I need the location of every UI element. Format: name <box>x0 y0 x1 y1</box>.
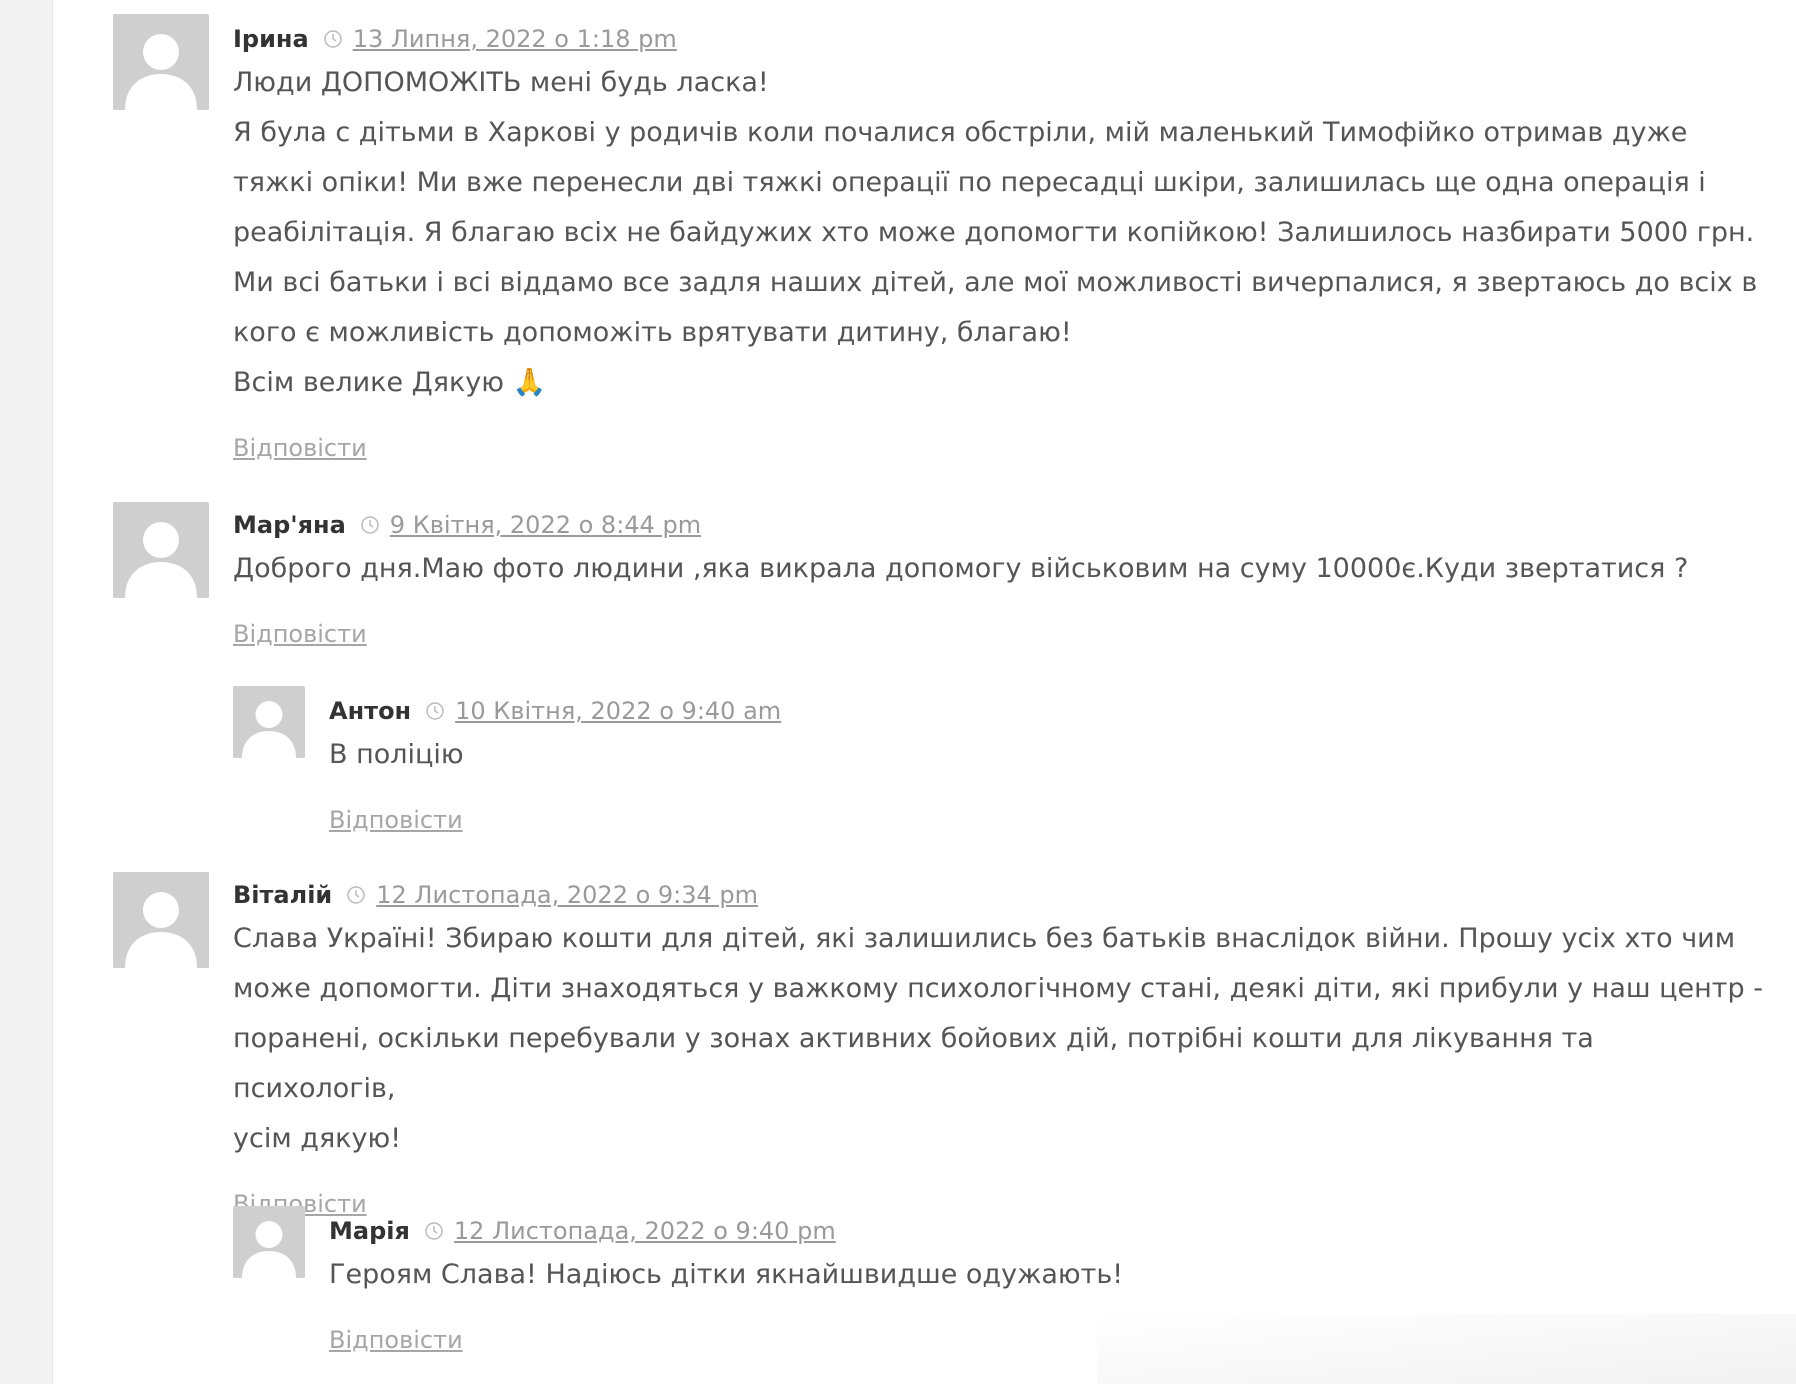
comment-date-link[interactable]: 9 Квітня, 2022 о 8:44 pm <box>390 511 701 539</box>
comment-line: Слава Україні! Збираю кошти для дітей, я… <box>233 923 1736 954</box>
comment-date-link[interactable]: 13 Липня, 2022 о 1:18 pm <box>353 25 677 53</box>
comment-line: Героям Слава! Надіюсь дітки якнайшвидше … <box>329 1259 1124 1290</box>
comment-author: Мар'яна <box>233 511 346 539</box>
comment-line: поранені, оскільки перебували у зонах ак… <box>233 1023 1594 1104</box>
comment-author: Віталій <box>233 881 333 909</box>
clock-icon <box>323 29 343 49</box>
avatar <box>113 502 209 598</box>
comment-date-link[interactable]: 10 Квітня, 2022 о 9:40 am <box>455 697 781 725</box>
comment-line: Люди ДОПОМОЖІТЬ мені будь ласка! <box>233 67 769 98</box>
reply-link[interactable]: Відповісти <box>329 806 463 834</box>
comment-line: Всім велике Дякую 🙏 <box>233 367 547 398</box>
clock-icon <box>424 1221 444 1241</box>
comment-line: усім дякую! <box>233 1123 402 1154</box>
comment-line: кого є можливість допоможіть врятувати д… <box>233 317 1072 348</box>
comment-line: Ми всі батьки і всі віддамо все задля на… <box>233 267 1758 298</box>
comment-line: Я була с дітьми в Харкові у родичів коли… <box>233 117 1688 148</box>
comment-text: Доброго дня.Маю фото людини ,яка викрала… <box>233 544 1763 594</box>
clock-icon <box>360 515 380 535</box>
comment-line: Доброго дня.Маю фото людини ,яка викрала… <box>233 553 1689 584</box>
comment-date-link[interactable]: 12 Листопада, 2022 о 9:40 pm <box>454 1217 836 1245</box>
reply-link[interactable]: Відповісти <box>329 1326 463 1354</box>
reply-link[interactable]: Відповісти <box>233 620 367 648</box>
comment-text: Люди ДОПОМОЖІТЬ мені будь ласка! Я була … <box>233 58 1763 408</box>
comments-section: Ірина 13 Липня, 2022 о 1:18 pm Люди ДОПО… <box>52 0 1796 1384</box>
comment-date-link[interactable]: 12 Листопада, 2022 о 9:34 pm <box>376 881 758 909</box>
comment-author: Ірина <box>233 25 309 53</box>
comment-author: Антон <box>329 697 412 725</box>
comment-line: В поліцію <box>329 739 464 770</box>
avatar <box>233 1206 305 1278</box>
comment-text: В поліцію <box>329 730 1729 780</box>
avatar <box>113 14 209 110</box>
clock-icon <box>346 885 366 905</box>
avatar <box>113 872 209 968</box>
comment-line: може допомогти. Діти знаходяться у важко… <box>233 973 1763 1004</box>
comment-text: Слава Україні! Збираю кошти для дітей, я… <box>233 914 1763 1164</box>
comment-text: Героям Слава! Надіюсь дітки якнайшвидше … <box>329 1250 1729 1300</box>
avatar <box>233 686 305 758</box>
comment-author: Марія <box>329 1217 410 1245</box>
clock-icon <box>425 701 445 721</box>
comment-line: тяжкі опіки! Ми вже перенесли дві тяжкі … <box>233 167 1706 198</box>
comment-line: реабілітація. Я благаю всіх не байдужих … <box>233 217 1755 248</box>
reply-link[interactable]: Відповісти <box>233 434 367 462</box>
